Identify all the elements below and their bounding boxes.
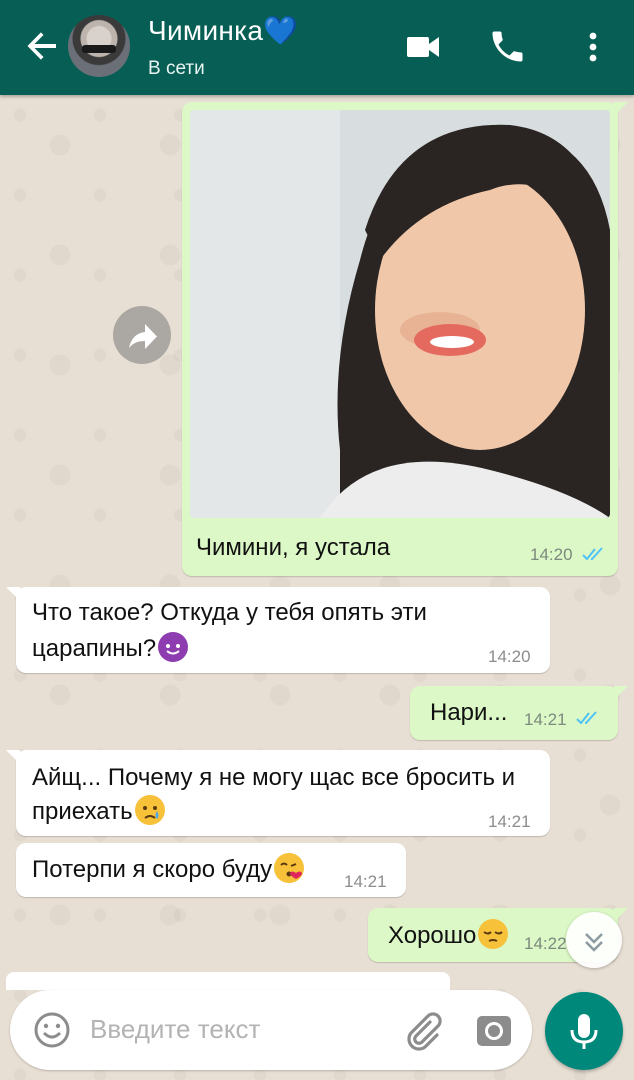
mic-icon — [570, 1014, 598, 1049]
message-text-line1: Айщ... Почему я не могу щас все бросить … — [32, 764, 516, 791]
message-time: 14:20 — [530, 545, 573, 564]
emoji-icon[interactable] — [32, 1010, 72, 1050]
contact-name[interactable]: Чиминка💙 — [148, 14, 298, 47]
message-text: Хорошо — [388, 922, 477, 949]
message-time: 14:21 — [344, 872, 387, 891]
message-text: Нари... — [430, 699, 508, 726]
contact-avatar[interactable] — [68, 15, 130, 77]
phone-call-icon[interactable] — [488, 28, 526, 66]
message-time: 14:20 — [488, 647, 531, 666]
message-time: 14:21 — [488, 812, 531, 831]
read-ticks-icon — [582, 547, 603, 561]
message-time: 14:21 — [524, 710, 567, 729]
incoming-message[interactable]: Что такое? Откуда у тебя опять эти царап… — [6, 587, 550, 673]
camera-icon[interactable] — [472, 1008, 516, 1052]
message-text-line2: приехать — [32, 798, 133, 825]
outgoing-message[interactable]: Нари... 14:21 — [410, 686, 628, 740]
double-chevron-down-icon — [585, 933, 603, 952]
pensive-face-emoji-icon — [478, 919, 509, 949]
smiling-devil-emoji-icon — [158, 632, 189, 662]
chat-header: Чиминка💙 В сети — [0, 0, 634, 95]
more-vert-icon[interactable] — [574, 28, 612, 66]
scroll-to-bottom-button[interactable] — [566, 912, 622, 968]
message-composer: Введите текст — [10, 990, 532, 1070]
face-blowing-kiss-emoji-icon — [274, 853, 305, 883]
crying-face-emoji-icon — [134, 795, 165, 825]
image-caption: Чимини, я устала — [196, 534, 391, 561]
shared-photo[interactable] — [190, 110, 610, 518]
forward-button[interactable] — [113, 306, 171, 364]
forward-icon — [129, 324, 157, 349]
back-arrow-icon[interactable] — [22, 26, 62, 66]
attach-icon[interactable] — [400, 1008, 444, 1052]
read-ticks-icon — [576, 711, 597, 725]
partial-incoming-message — [6, 972, 450, 990]
contact-status: В сети — [148, 58, 205, 79]
message-text-line2: царапины? — [32, 635, 157, 662]
message-input[interactable]: Введите текст — [90, 1014, 260, 1045]
video-call-icon[interactable] — [404, 28, 442, 66]
incoming-message[interactable]: Потерпи я скоро буду 14:21 — [16, 843, 406, 897]
message-text: Потерпи я скоро буду — [32, 856, 273, 883]
message-time: 14:22 — [524, 934, 567, 953]
message-text-line1: Что такое? Откуда у тебя опять эти — [32, 599, 427, 626]
incoming-message[interactable]: Айщ... Почему я не могу щас все бросить … — [6, 750, 550, 836]
mic-button[interactable] — [545, 992, 623, 1070]
